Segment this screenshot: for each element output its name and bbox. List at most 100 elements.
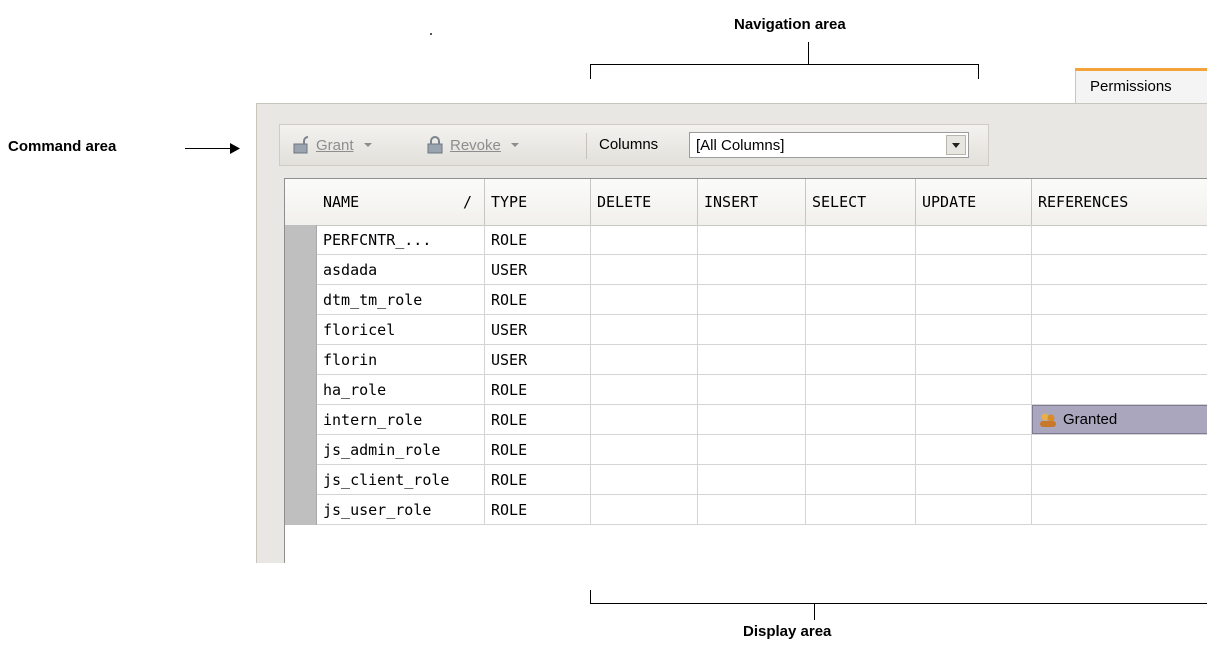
columns-label: Columns: [599, 136, 659, 153]
display-bracket-left: [590, 590, 591, 604]
revoke-button[interactable]: Revoke: [426, 136, 519, 154]
permission-cell[interactable]: [916, 285, 1032, 315]
permission-cell[interactable]: [698, 225, 806, 255]
grant-button[interactable]: Grant: [292, 136, 372, 154]
permission-cell[interactable]: [806, 345, 916, 375]
table-row[interactable]: asdada USER: [285, 255, 1207, 285]
dropdown-arrow-icon[interactable]: [946, 135, 966, 155]
tab-permissions[interactable]: Permissions: [1075, 68, 1207, 104]
permission-cell[interactable]: [806, 225, 916, 255]
permission-cell[interactable]: [698, 315, 806, 345]
table-row[interactable]: florin USER: [285, 345, 1207, 375]
permission-cell[interactable]: [1032, 375, 1207, 405]
permissions-grid: NAME / TYPE DELETE INSERT SELECT UPDATE …: [284, 178, 1207, 563]
row-selector[interactable]: [285, 405, 317, 435]
table-row[interactable]: js_admin_role ROLE: [285, 435, 1207, 465]
permission-cell[interactable]: [698, 255, 806, 285]
table-row[interactable]: dtm_tm_role ROLE: [285, 285, 1207, 315]
row-selector[interactable]: [285, 285, 317, 315]
permission-cell[interactable]: [806, 285, 916, 315]
permission-cell[interactable]: [916, 255, 1032, 285]
column-header-delete[interactable]: DELETE: [591, 179, 698, 225]
permission-cell[interactable]: [916, 405, 1032, 435]
row-selector[interactable]: [285, 435, 317, 465]
principal-name-cell: js_user_role: [317, 495, 485, 525]
permission-cell[interactable]: [916, 375, 1032, 405]
column-header-type[interactable]: TYPE: [485, 179, 591, 225]
permission-cell[interactable]: [916, 315, 1032, 345]
permission-cell[interactable]: [591, 375, 698, 405]
permission-cell[interactable]: [591, 345, 698, 375]
row-selector[interactable]: [285, 495, 317, 525]
permission-cell[interactable]: [1032, 255, 1207, 285]
permission-cell[interactable]: [698, 375, 806, 405]
grid-header: NAME / TYPE DELETE INSERT SELECT UPDATE …: [285, 179, 1207, 226]
permission-cell[interactable]: [698, 405, 806, 435]
permission-cell[interactable]: [698, 435, 806, 465]
principal-name-cell: floricel: [317, 315, 485, 345]
permission-cell[interactable]: [806, 405, 916, 435]
permission-cell[interactable]: [591, 435, 698, 465]
permission-cell[interactable]: [806, 465, 916, 495]
permission-cell[interactable]: [916, 225, 1032, 255]
permission-cell[interactable]: [916, 345, 1032, 375]
permission-cell[interactable]: [698, 345, 806, 375]
principal-name-cell: asdada: [317, 255, 485, 285]
permission-cell[interactable]: [806, 375, 916, 405]
command-toolbar: Grant Revoke Columns [All Columns]: [279, 124, 989, 166]
unlock-icon: [293, 136, 309, 154]
column-header-insert[interactable]: INSERT: [698, 179, 806, 225]
navigation-area-annotation: Navigation area: [734, 16, 846, 33]
row-selector[interactable]: [285, 465, 317, 495]
permission-cell[interactable]: [591, 465, 698, 495]
permission-cell[interactable]: [591, 285, 698, 315]
display-bracket-stem: [814, 603, 815, 620]
column-header-references[interactable]: REFERENCES: [1032, 179, 1207, 225]
column-header-select[interactable]: SELECT: [806, 179, 916, 225]
row-selector[interactable]: [285, 255, 317, 285]
permission-cell[interactable]: [1032, 435, 1207, 465]
table-row[interactable]: js_client_role ROLE: [285, 465, 1207, 495]
permission-cell[interactable]: [806, 315, 916, 345]
permission-cell[interactable]: [1032, 285, 1207, 315]
permission-cell[interactable]: [1032, 225, 1207, 255]
permission-cell[interactable]: [698, 465, 806, 495]
permission-cell[interactable]: [698, 285, 806, 315]
column-header-name-label: NAME: [323, 193, 360, 211]
permission-cell[interactable]: [916, 465, 1032, 495]
column-header-name[interactable]: NAME /: [317, 179, 485, 225]
permission-cell[interactable]: [698, 495, 806, 525]
row-selector[interactable]: [285, 375, 317, 405]
column-header-select-label: SELECT: [812, 193, 867, 211]
table-row[interactable]: intern_role ROLE Granted: [285, 405, 1207, 435]
row-selector[interactable]: [285, 315, 317, 345]
table-row[interactable]: ha_role ROLE: [285, 375, 1207, 405]
permission-cell[interactable]: [1032, 465, 1207, 495]
permission-cell[interactable]: [916, 435, 1032, 465]
permission-cell[interactable]: [806, 435, 916, 465]
user-group-icon: [1040, 413, 1056, 427]
row-selector[interactable]: [285, 345, 317, 375]
column-header-update[interactable]: UPDATE: [916, 179, 1032, 225]
table-row[interactable]: js_user_role ROLE: [285, 495, 1207, 525]
navigation-bracket-stem: [808, 42, 809, 64]
columns-select[interactable]: [All Columns]: [689, 132, 969, 158]
table-row[interactable]: floricel USER: [285, 315, 1207, 345]
table-row[interactable]: PERFCNTR_... ROLE: [285, 225, 1207, 255]
permission-cell[interactable]: [591, 405, 698, 435]
principal-type-cell: ROLE: [485, 285, 591, 315]
permission-cell[interactable]: [1032, 315, 1207, 345]
permission-cell[interactable]: [591, 315, 698, 345]
permission-cell[interactable]: [916, 495, 1032, 525]
navigation-bracket: [590, 64, 979, 65]
granted-permission-cell[interactable]: Granted: [1032, 405, 1207, 434]
permission-cell[interactable]: [806, 495, 916, 525]
row-selector[interactable]: [285, 225, 317, 255]
permission-cell[interactable]: [591, 255, 698, 285]
permission-cell[interactable]: [1032, 345, 1207, 375]
permission-cell[interactable]: [1032, 495, 1207, 525]
permission-cell[interactable]: [591, 495, 698, 525]
permission-cell[interactable]: [591, 225, 698, 255]
principal-name-cell: ha_role: [317, 375, 485, 405]
permission-cell[interactable]: [806, 255, 916, 285]
